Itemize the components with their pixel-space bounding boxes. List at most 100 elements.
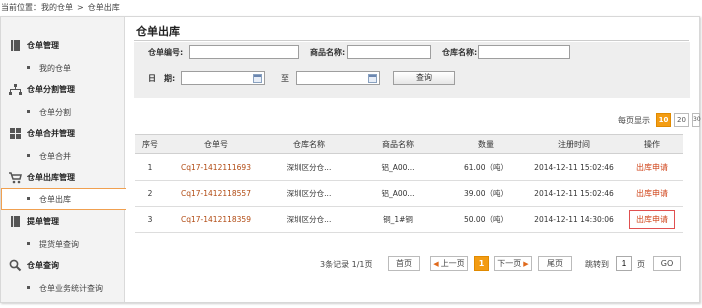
sidebar-item-label: 仓单业务统计查询 (39, 284, 103, 293)
cell-no: 1 (147, 163, 153, 172)
sidebar-item-my-warrants[interactable]: 我的仓单 (1, 57, 125, 79)
sidebar-group-label: 提单管理 (27, 217, 59, 226)
cell-quantity: 61.00（吨） (464, 163, 508, 172)
sidebar-group-warrant-query[interactable]: 仓单查询 (1, 255, 125, 277)
cell-register-time: 2014-12-11 15:02:46 (534, 163, 614, 172)
outbound-apply-label[interactable]: 出库申请 (636, 162, 668, 173)
table-header: 序号 仓单号 仓库名称 商品名称 数量 注册时间 操作 (135, 134, 683, 154)
sidebar-group-warrant-mgmt[interactable]: 仓单管理 (1, 35, 125, 57)
bullet-icon (27, 242, 30, 245)
header-quantity: 数量 (478, 139, 494, 149)
bullet-icon (27, 66, 30, 69)
jump-page-input[interactable] (616, 256, 632, 271)
sidebar-group-label: 仓单分割管理 (27, 85, 75, 94)
cell-warrant-link[interactable]: Cq17-1412118359 (165, 207, 267, 232)
prev-page-button[interactable]: ◀ 上一页 (430, 256, 468, 271)
cell-quantity: 50.00（吨） (464, 215, 508, 224)
cell-register-time: 2014-12-11 15:02:46 (534, 189, 614, 198)
outbound-apply-label[interactable]: 出库申请 (629, 210, 675, 229)
next-page-label: 下一页 (497, 259, 522, 268)
prev-page-label: 上一页 (440, 259, 465, 268)
date-to-label: 至 (281, 74, 289, 83)
page-title: 仓单出库 (136, 25, 180, 38)
go-button[interactable]: GO (653, 256, 681, 271)
product-name-label: 商品名称: (310, 48, 346, 57)
cell-register-time: 2014-12-11 14:30:06 (534, 215, 614, 224)
next-page-button[interactable]: 下一页 ▶ (494, 256, 532, 271)
cell-product: 铝_A00... (381, 189, 415, 198)
page-size-30[interactable]: 30 (692, 113, 701, 127)
calendar-icon[interactable] (368, 74, 377, 83)
split-tree-icon (9, 83, 22, 96)
sidebar-item-label: 我的仓单 (39, 64, 71, 73)
warrant-no-input[interactable] (189, 45, 299, 59)
cell-warrant-link[interactable]: Cq17-1412118557 (165, 181, 267, 206)
sidebar-item-split[interactable]: 仓单分割 (1, 101, 125, 123)
cell-product: 铝_A00... (381, 163, 415, 172)
product-name-input[interactable] (347, 45, 431, 59)
warehouse-name-input[interactable] (478, 45, 570, 59)
search-panel: 仓单编号: 商品名称: 仓库名称: 日 期: 至 查询 (134, 42, 690, 98)
sidebar-item-label: 仓单合并 (39, 152, 71, 161)
page-unit-label: 页 (637, 260, 645, 269)
breadcrumb-my-warrants[interactable]: 我的仓单 (41, 3, 73, 12)
current-page-button[interactable]: 1 (474, 256, 489, 271)
breadcrumb: 当前位置：我的仓单 > 仓单出库 (0, 0, 120, 16)
page-size-10[interactable]: 10 (656, 113, 671, 127)
date-label: 日 期: (148, 74, 176, 83)
bullet-icon (27, 110, 30, 113)
page-size-20[interactable]: 20 (674, 113, 689, 127)
sidebar-group-label: 仓单合并管理 (27, 129, 75, 138)
sidebar-group-merge-mgmt[interactable]: 仓单合并管理 (1, 123, 125, 145)
warrant-no-label: 仓单编号: (148, 48, 184, 57)
sidebar-group-label: 仓单出库管理 (27, 173, 75, 182)
sidebar-item-label: 仓单出库 (39, 195, 71, 204)
outbound-apply-link[interactable]: 出库申请 (621, 207, 683, 232)
header-warrant-no: 仓单号 (204, 139, 228, 149)
sidebar-item-business-stats[interactable]: 仓单业务统计查询 (1, 277, 125, 299)
header-product: 商品名称 (382, 139, 414, 149)
date-from-input[interactable] (181, 71, 265, 85)
sidebar-group-split-mgmt[interactable]: 仓单分割管理 (1, 79, 125, 101)
sidebar-item-label: 提货单查询 (39, 240, 79, 249)
header-warehouse: 仓库名称 (293, 139, 325, 149)
sidebar-item-outbound[interactable]: 仓单出库 (1, 188, 126, 210)
search-icon (9, 259, 22, 272)
outbound-apply-link[interactable]: 出库申请 (621, 181, 683, 206)
breadcrumb-separator: > (77, 3, 84, 12)
sidebar: 仓单管理 我的仓单 仓单分割管理 仓单分割 仓单合并管理 仓单合并 仓单出库管理… (1, 17, 126, 302)
sidebar-item-merge[interactable]: 仓单合并 (1, 145, 125, 167)
table-row: 2 Cq17-1412118557 深圳区分仓... 铝_A00... 39.0… (135, 181, 683, 207)
page-size-label: 每页显示 (618, 116, 650, 125)
warehouse-name-label: 仓库名称: (442, 48, 478, 57)
header-register-time: 注册时间 (558, 139, 590, 149)
table-row: 3 Cq17-1412118359 深圳区分仓... 铜_1#铜 50.00（吨… (135, 207, 683, 233)
first-page-button[interactable]: 首页 (388, 256, 420, 271)
grid-merge-icon (9, 127, 22, 140)
arrow-left-icon: ◀ (433, 260, 439, 268)
sidebar-group-outbound-mgmt[interactable]: 仓单出库管理 (1, 167, 125, 189)
cell-warehouse: 深圳区分仓... (286, 215, 332, 224)
bullet-icon (27, 286, 30, 289)
jump-to-label: 跳转到 (585, 260, 609, 269)
outbound-apply-link[interactable]: 出库申请 (621, 155, 683, 180)
sidebar-group-label: 仓单查询 (27, 261, 59, 270)
cell-warrant-link[interactable]: Cq17-1412111693 (165, 155, 267, 180)
outbound-apply-label[interactable]: 出库申请 (636, 188, 668, 199)
bullet-icon (27, 197, 30, 200)
book-icon (9, 39, 22, 52)
cell-quantity: 39.00（吨） (464, 189, 508, 198)
sidebar-group-label: 仓单管理 (27, 41, 59, 50)
sidebar-item-bill-query[interactable]: 提货单查询 (1, 233, 125, 255)
calendar-icon[interactable] (253, 74, 262, 83)
book-icon (9, 215, 22, 228)
query-button[interactable]: 查询 (393, 71, 455, 85)
arrow-right-icon: ▶ (523, 260, 529, 268)
bullet-icon (27, 154, 30, 157)
date-to-input[interactable] (296, 71, 380, 85)
last-page-button[interactable]: 尾页 (538, 256, 572, 271)
record-summary: 3条记录 1/1页 (320, 260, 373, 269)
sidebar-group-bill-mgmt[interactable]: 提单管理 (1, 211, 125, 233)
cell-product: 铜_1#铜 (383, 215, 413, 224)
cell-no: 2 (147, 189, 153, 198)
